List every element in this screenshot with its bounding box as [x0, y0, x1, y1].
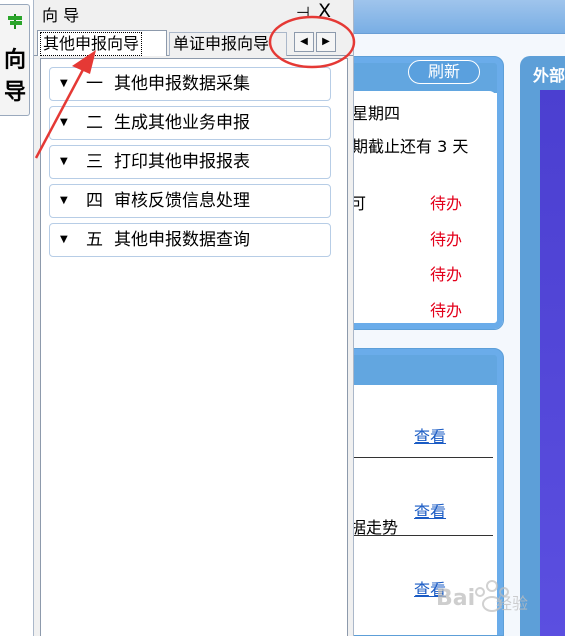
guide-item-print[interactable]: ▼ 三 打印其他申报报表: [49, 145, 331, 179]
item-label: 其他申报数据采集: [114, 74, 250, 94]
pending-status[interactable]: 待办: [430, 226, 462, 250]
item-label: 生成其他业务申报: [114, 113, 250, 133]
pending-status[interactable]: 待办: [430, 190, 462, 214]
tab-other-declaration[interactable]: 其他申报向导: [37, 30, 167, 56]
view-link[interactable]: 查看: [414, 423, 446, 447]
guide-content: ▼ 一 其他申报数据采集 ▼ 二 生成其他业务申报 ▼ 三 打印其他申报报表 ▼…: [40, 58, 348, 636]
expand-arrow-icon: ▼: [60, 195, 68, 206]
guide-item-query[interactable]: ▼ 五 其他申报数据查询: [49, 223, 331, 257]
divider: [350, 535, 493, 536]
top-bar: [340, 0, 565, 34]
side-tab-label: 向导: [3, 48, 26, 105]
expand-arrow-icon: ▼: [60, 78, 68, 89]
item-label: 打印其他申报报表: [114, 152, 250, 172]
external-card-body: [540, 90, 565, 636]
divider: [350, 457, 493, 458]
item-number: 四: [86, 191, 103, 211]
external-card-title: 外部: [533, 66, 565, 85]
expand-arrow-icon: ▼: [60, 234, 68, 245]
panel-title: 向 导: [42, 6, 80, 25]
guide-item-collect[interactable]: ▼ 一 其他申报数据采集: [49, 67, 331, 101]
tab-scroll-right-button[interactable]: ▶: [316, 32, 336, 52]
refresh-button[interactable]: 刷新: [408, 60, 480, 84]
item-number: 二: [86, 113, 103, 133]
close-icon[interactable]: X: [318, 2, 331, 21]
item-number: 五: [86, 230, 103, 250]
item-label: 其他申报数据查询: [114, 230, 250, 250]
tab-strip: 其他申报向导 单证申报向导 ◀ ▶: [34, 28, 353, 56]
item-label: 审核反馈信息处理: [114, 191, 250, 211]
expand-arrow-icon: ▼: [60, 117, 68, 128]
signpost-icon: [8, 14, 22, 29]
side-tab-guide[interactable]: 向导: [0, 4, 30, 116]
deadline-text: 期截止还有 3 天: [352, 137, 469, 156]
pending-status[interactable]: 待办: [430, 297, 462, 321]
guide-panel: 向 导 ⊣ X 其他申报向导 单证申报向导 ◀ ▶ ▼ 一 其他申报数据采集 ▼…: [33, 0, 354, 636]
item-number: 三: [86, 152, 103, 172]
weekday-text: 星期四: [352, 104, 401, 123]
tab-label: 其他申报向导: [40, 32, 143, 56]
item-number: 一: [86, 74, 103, 94]
watermark-subtext: 经验: [496, 594, 529, 613]
watermark-text: Bai: [436, 586, 476, 611]
view-link[interactable]: 查看: [414, 498, 446, 522]
guide-item-feedback[interactable]: ▼ 四 审核反馈信息处理: [49, 184, 331, 218]
pin-icon[interactable]: ⊣: [296, 5, 310, 21]
pending-status[interactable]: 待办: [430, 261, 462, 285]
tab-scroll-left-button[interactable]: ◀: [294, 32, 314, 52]
expand-arrow-icon: ▼: [60, 156, 68, 167]
tab-document-declaration[interactable]: 单证申报向导: [169, 32, 287, 56]
guide-item-generate[interactable]: ▼ 二 生成其他业务申报: [49, 106, 331, 140]
